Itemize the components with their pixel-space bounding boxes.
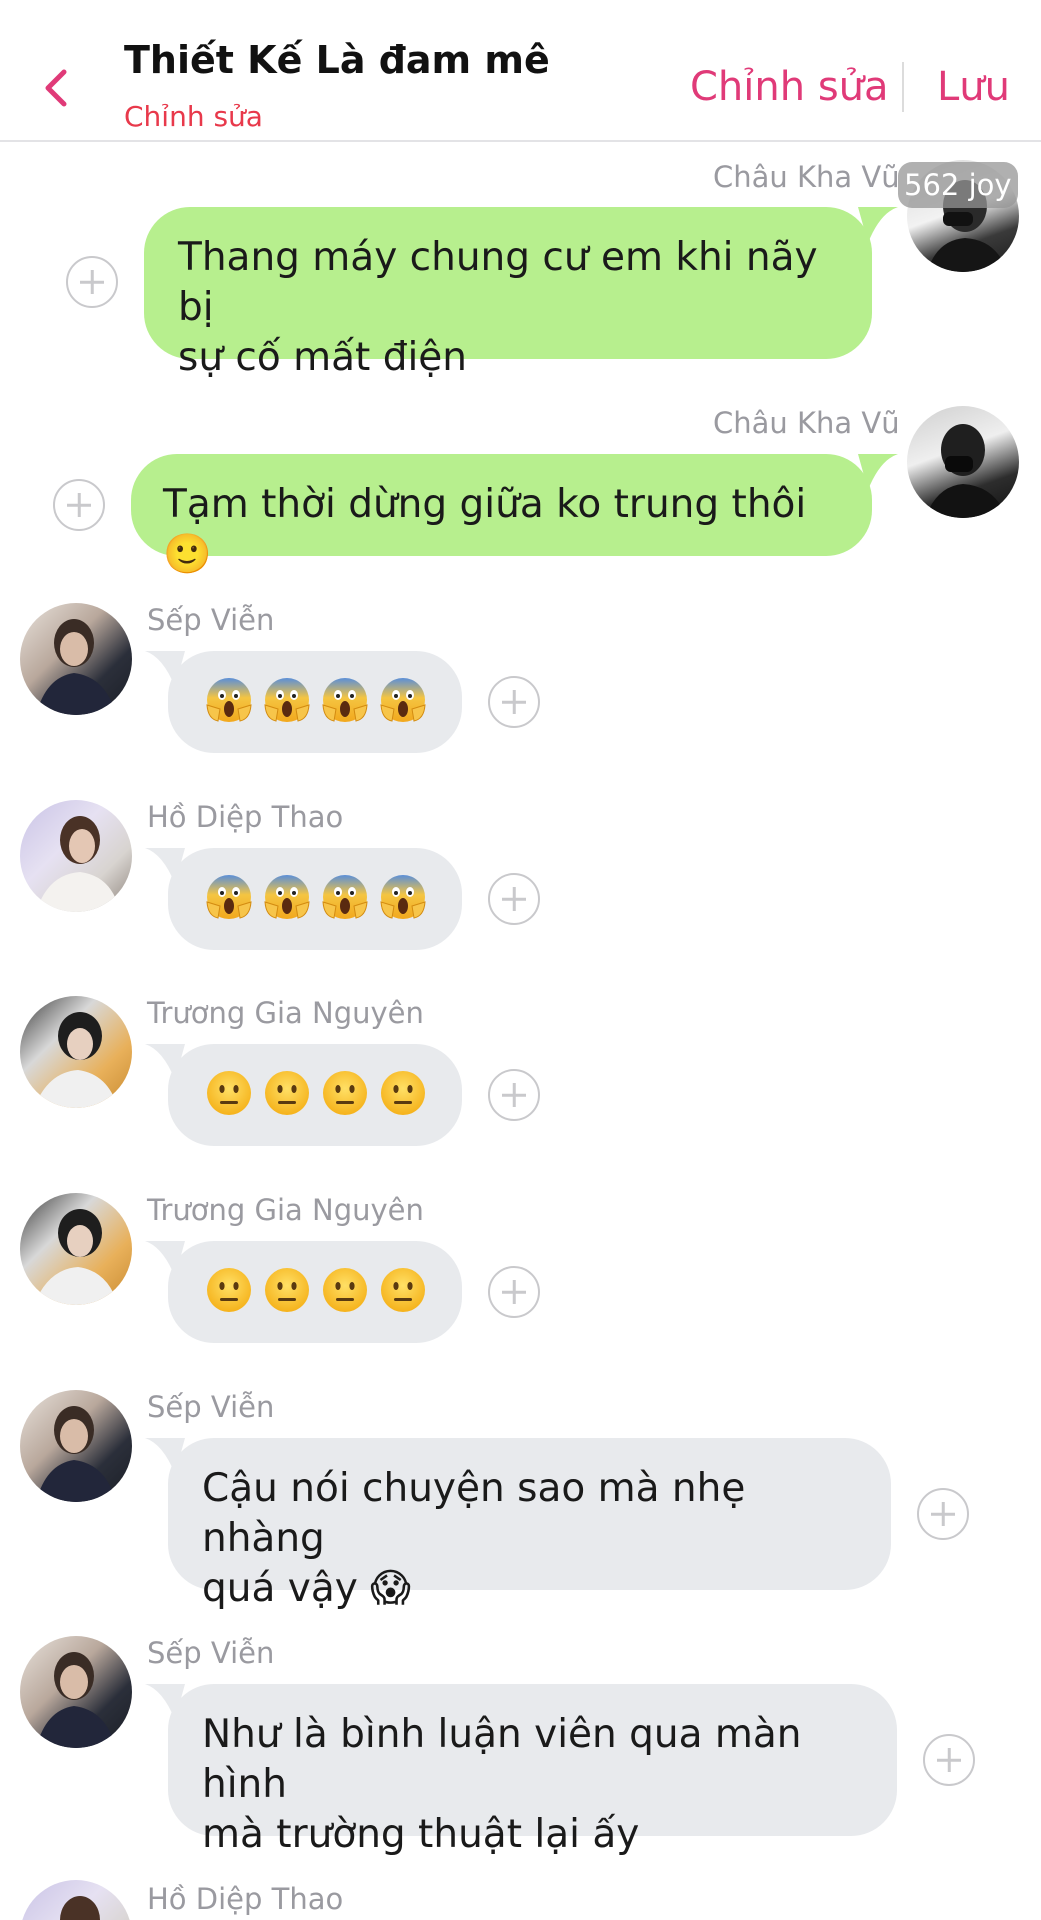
- chat-subtitle[interactable]: Chỉnh sửa: [124, 100, 263, 133]
- sender-name: Sếp Viễn: [147, 603, 275, 637]
- emoji-row: [168, 651, 462, 725]
- avatar[interactable]: [20, 800, 132, 912]
- emoji-row: [168, 848, 462, 922]
- scream-face-icon: [322, 875, 368, 919]
- add-reaction-button[interactable]: [917, 1488, 969, 1540]
- message-bubble[interactable]: [168, 848, 462, 950]
- scream-face-icon: [322, 678, 368, 722]
- neutral-face-icon: [323, 1268, 367, 1312]
- message-text: sự cố mất điện: [178, 335, 468, 380]
- emoji: [320, 1068, 370, 1118]
- sender-name: Sếp Viễn: [147, 1390, 275, 1424]
- sender-name: Sếp Viễn: [147, 1636, 275, 1670]
- add-reaction-button[interactable]: [488, 1069, 540, 1121]
- avatar[interactable]: [20, 1193, 132, 1305]
- emoji: [204, 1068, 254, 1118]
- avatar[interactable]: [20, 603, 132, 715]
- add-reaction-button[interactable]: [53, 479, 105, 531]
- emoji: [204, 872, 254, 922]
- edit-button[interactable]: Chỉnh sửa: [690, 64, 889, 110]
- message-text: Cậu nói chuyện sao mà nhẹ nhàng: [202, 1466, 746, 1561]
- avatar-silhouette-icon: [36, 1406, 116, 1502]
- message-text: Như là bình luận viên qua màn hình: [202, 1712, 802, 1807]
- scream-face-icon: [380, 875, 426, 919]
- chat-title: Thiết Kế Là đam mê: [124, 38, 550, 82]
- avatar-silhouette-icon: [36, 619, 116, 715]
- bubble-tail: [858, 207, 898, 243]
- add-reaction-button[interactable]: [488, 1266, 540, 1318]
- avatar-silhouette-icon: [36, 1652, 116, 1748]
- sender-name: Trương Gia Nguyên: [147, 996, 424, 1030]
- add-reaction-button[interactable]: [488, 873, 540, 925]
- emoji: [262, 1068, 312, 1118]
- scream-face-icon: [264, 678, 310, 722]
- neutral-face-icon: [265, 1071, 309, 1115]
- scream-face-icon: [264, 875, 310, 919]
- emoji: [262, 872, 312, 922]
- avatar-silhouette-icon: [34, 1012, 118, 1108]
- scream-face-icon: [206, 678, 252, 722]
- message-bubble[interactable]: Như là bình luận viên qua màn hình mà tr…: [168, 1684, 897, 1857]
- message-text: Thang máy chung cư em khi nãy bị: [178, 235, 818, 330]
- back-chevron-icon[interactable]: [36, 60, 76, 116]
- message-bubble[interactable]: Thang máy chung cư em khi nãy bị sự cố m…: [144, 207, 872, 380]
- message-text: Tạm thời dừng giữa ko trung thôi 🙂: [163, 482, 807, 577]
- emoji: [204, 1265, 254, 1315]
- joy-badge: 562 joy: [898, 162, 1018, 208]
- scream-face-icon: [206, 875, 252, 919]
- add-reaction-button[interactable]: [923, 1734, 975, 1786]
- emoji-row: [168, 1044, 462, 1118]
- emoji: [378, 1068, 428, 1118]
- bubble-tail: [858, 454, 898, 490]
- avatar[interactable]: [20, 1880, 132, 1920]
- message-bubble[interactable]: Tạm thời dừng giữa ko trung thôi 🙂: [131, 454, 872, 577]
- neutral-face-icon: [381, 1071, 425, 1115]
- add-reaction-button[interactable]: [488, 676, 540, 728]
- emoji: [262, 1265, 312, 1315]
- neutral-face-icon: [381, 1268, 425, 1312]
- neutral-face-icon: [265, 1268, 309, 1312]
- avatar-silhouette-icon: [925, 424, 1007, 518]
- neutral-face-icon: [207, 1268, 251, 1312]
- emoji: [378, 872, 428, 922]
- avatar[interactable]: [907, 406, 1019, 518]
- emoji: [378, 1265, 428, 1315]
- avatar-silhouette-icon: [60, 1896, 100, 1920]
- emoji: [320, 675, 370, 725]
- emoji: [320, 1265, 370, 1315]
- emoji: [262, 675, 312, 725]
- neutral-face-icon: [323, 1071, 367, 1115]
- add-reaction-button[interactable]: [66, 256, 118, 308]
- message-bubble[interactable]: [168, 1241, 462, 1343]
- emoji: [378, 675, 428, 725]
- emoji: [204, 675, 254, 725]
- sender-name: Trương Gia Nguyên: [147, 1193, 424, 1227]
- avatar-silhouette-icon: [36, 816, 120, 912]
- scream-face-icon: [380, 678, 426, 722]
- neutral-face-icon: [207, 1071, 251, 1115]
- emoji-row: [168, 1241, 462, 1315]
- message-bubble[interactable]: [168, 651, 462, 753]
- sender-name: Châu Kha Vũ: [713, 160, 900, 194]
- sender-name: Châu Kha Vũ: [713, 406, 900, 440]
- sender-name: Hồ Diệp Thao: [147, 800, 344, 834]
- sender-name: Hồ Diệp Thao: [147, 1882, 344, 1916]
- avatar-silhouette-icon: [34, 1209, 118, 1305]
- avatar[interactable]: [20, 1390, 132, 1502]
- message-bubble[interactable]: Cậu nói chuyện sao mà nhẹ nhàng quá vậy …: [168, 1438, 891, 1611]
- message-text: mà trường thuật lại ấy: [202, 1812, 640, 1857]
- avatar[interactable]: [20, 1636, 132, 1748]
- message-text: quá vậy 😱: [202, 1566, 411, 1611]
- save-button[interactable]: Lưu: [937, 64, 1010, 110]
- emoji: [320, 872, 370, 922]
- header-divider: [902, 62, 904, 112]
- message-bubble[interactable]: [168, 1044, 462, 1146]
- avatar[interactable]: [20, 996, 132, 1108]
- chat-header: Thiết Kế Là đam mê Chỉnh sửa Chỉnh sửa L…: [0, 0, 1041, 142]
